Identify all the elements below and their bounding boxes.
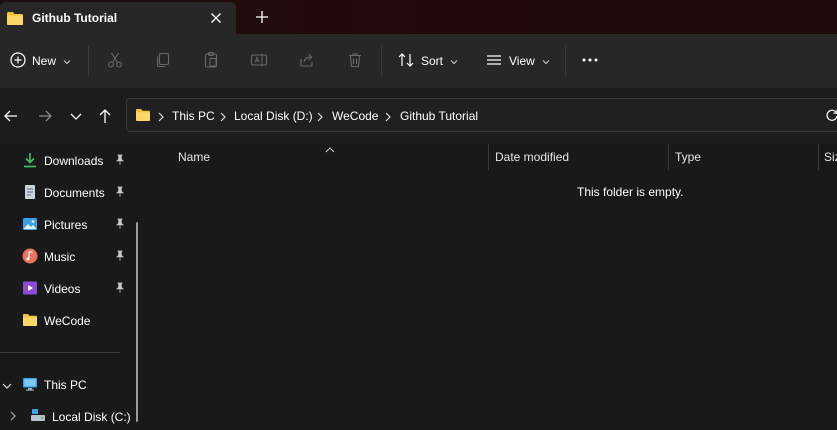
sidebar-item-label: Music [44,250,76,264]
breadcrumb-github-tutorial[interactable]: Github Tutorial [400,109,478,123]
view-list-icon [485,51,503,72]
column-header-type[interactable]: Type [675,150,701,164]
address-bar[interactable]: This PC Local Disk (D:) WeCode Github Tu… [126,98,837,132]
sidebar-item-videos[interactable]: Videos [0,274,140,302]
sort-button[interactable]: Sort [397,46,458,76]
picture-icon [22,216,38,232]
toolbar-divider [381,46,382,76]
sidebar-item-label: Downloads [44,154,104,168]
sort-label: Sort [421,54,444,68]
breadcrumb-wecode[interactable]: WeCode [332,109,378,123]
pin-icon[interactable] [113,154,125,166]
chevron-right-icon [384,111,392,122]
new-label: New [32,54,57,68]
share-icon [298,51,316,72]
sort-ascending-icon [325,142,335,156]
sidebar-scrollbar[interactable] [136,222,138,422]
video-icon [22,280,38,296]
navigation-pane: Downloads Documents Pictures Music Video… [0,144,148,424]
chevron-down-icon [63,54,71,68]
tab-title: Github Tutorial [32,11,118,25]
navigation-bar: This PC Local Disk (D:) WeCode Github Tu… [0,88,837,144]
scissors-icon [106,51,124,72]
sidebar-item-local-disk-c[interactable]: Local Disk (C:) [0,402,140,430]
copy-button[interactable] [154,46,172,76]
more-icon [580,51,600,72]
breadcrumb-this-pc[interactable]: This PC [172,109,215,123]
empty-folder-message: This folder is empty. [577,185,684,199]
sidebar-item-wecode[interactable]: WeCode [0,306,140,334]
chevron-down-icon [542,54,550,68]
clipboard-icon [202,51,220,72]
sidebar-item-music[interactable]: Music [0,242,140,270]
folder-icon [6,11,24,29]
sidebar-item-downloads[interactable]: Downloads [0,146,140,174]
column-header-name[interactable]: Name [178,150,210,164]
view-button[interactable]: View [485,46,550,76]
column-header-date-modified[interactable]: Date modified [495,150,569,164]
sort-icon [397,51,415,72]
music-icon [22,248,38,264]
sidebar-divider [0,352,120,353]
pin-icon[interactable] [113,250,125,262]
more-options-button[interactable] [580,46,600,76]
file-list: Name Date modified Type Size This folder… [148,144,837,422]
chevron-down-icon[interactable] [2,379,12,393]
title-bar: Github Tutorial [0,0,837,34]
sidebar-item-label: Videos [44,282,81,296]
chevron-right-icon [219,111,227,122]
sidebar-item-pictures[interactable]: Pictures [0,210,140,238]
cut-button[interactable] [106,46,124,76]
delete-button[interactable] [346,46,364,76]
close-icon[interactable] [207,9,225,27]
toolbar-divider [565,46,566,76]
download-icon [22,152,38,168]
chevron-right-icon [316,111,324,122]
sidebar-item-label: Documents [44,186,105,200]
chevron-right-icon [157,111,165,122]
chevron-down-icon [450,54,458,68]
sidebar-item-label: Pictures [44,218,88,232]
drive-icon [30,407,46,426]
rename-icon [250,51,268,72]
breadcrumb-local-disk-d[interactable]: Local Disk (D:) [234,109,313,123]
sidebar-item-label: This PC [44,378,87,392]
sidebar-item-label: WeCode [44,314,91,328]
up-arrow-icon[interactable] [96,107,114,125]
tab-github-tutorial[interactable]: Github Tutorial [0,2,236,34]
pin-icon[interactable] [113,282,125,294]
recent-locations-chevron-icon[interactable] [67,107,85,125]
pin-icon[interactable] [113,218,125,230]
column-divider[interactable] [818,144,819,170]
copy-icon [154,51,172,72]
sidebar-item-documents[interactable]: Documents [0,178,140,206]
column-header-size[interactable]: Size [824,150,837,164]
column-divider[interactable] [668,144,669,170]
folder-icon [22,312,38,328]
paste-button[interactable] [202,46,220,76]
document-icon [22,184,38,200]
pin-icon[interactable] [113,186,125,198]
refresh-icon[interactable] [825,108,837,125]
toolbar-divider [88,46,89,76]
folder-icon [135,108,151,125]
computer-icon [22,376,38,392]
forward-arrow-icon[interactable] [36,107,54,125]
column-divider[interactable] [488,144,489,170]
add-circle-icon [10,51,26,71]
trash-icon [346,51,364,72]
sidebar-item-this-pc[interactable]: This PC [0,370,140,398]
share-button[interactable] [298,46,316,76]
back-arrow-icon[interactable] [2,107,20,125]
view-label: View [509,54,535,68]
new-button[interactable]: New [10,46,71,76]
add-tab-icon[interactable] [254,9,270,25]
rename-button[interactable] [250,46,268,76]
command-bar: New Sort View [0,34,837,88]
